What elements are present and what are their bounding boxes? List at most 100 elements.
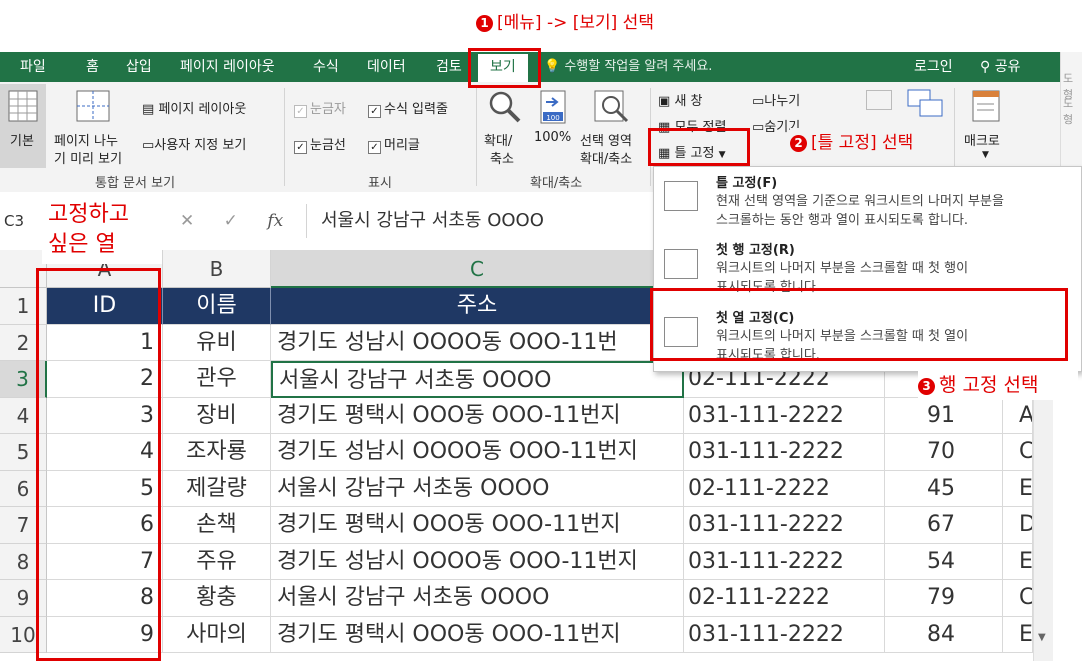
tab-home[interactable]: 홈 [86,52,99,82]
tab-page-layout[interactable]: 페이지 레이아웃 [180,52,275,82]
zoom-100-button[interactable]: 100 100% [530,84,576,168]
cell-phone[interactable]: 02-111-2222 [684,580,885,617]
normal-view-label: 기본 [10,134,34,149]
cell-name[interactable]: 황충 [163,580,271,617]
menu-item-freeze-top-row[interactable]: 첫 행 고정(R) 워크시트의 나머지 부분을 스크롤할 때 첫 행이 표시되도… [654,233,1081,295]
share-button[interactable]: ⚲ 공유 [980,52,1020,82]
group-label-zoom: 확대/축소 [530,176,583,191]
page-break-label-2: 기 미리 보기 [54,152,123,167]
column-header-c[interactable]: C [271,250,684,288]
tab-data[interactable]: 데이터 [367,52,406,82]
cell-phone[interactable]: 031-111-2222 [684,543,885,580]
cell-extra[interactable]: D [1003,507,1033,544]
cell-score[interactable]: 70 [885,434,1003,471]
right-strip-text-2: 도형 [1063,97,1074,126]
cell-phone[interactable]: 031-111-2222 [684,397,885,434]
badge-2: 2 [790,135,807,152]
cell-extra[interactable]: C [1003,434,1033,471]
tab-review[interactable]: 검토 [436,52,462,82]
cell-address[interactable]: 경기도 평택시 OOO동 OOO-11번지 [271,397,684,434]
formula-bar-checkbox[interactable]: ✓ 수식 입력줄 [368,98,448,118]
enter-icon[interactable]: ✓ [224,211,238,231]
zoom-to-selection-button[interactable]: 선택 영역 확대/축소 [578,84,648,168]
page-break-preview-button[interactable]: 페이지 나누 기 미리 보기 [52,84,136,168]
macros-label: 매크로 [964,134,1000,149]
cell-name[interactable]: 유비 [163,324,271,361]
column-header-b[interactable]: B [163,250,271,288]
switch-windows-button[interactable] [906,88,946,128]
cell-score[interactable]: 67 [885,507,1003,544]
login-link[interactable]: 로그인 [914,52,953,82]
cell-score[interactable]: 45 [885,470,1003,507]
new-window-button[interactable]: ▣ 새 창 [658,90,703,109]
name-box[interactable]: C3 [4,204,34,238]
cell-address[interactable]: 서울시 강남구 서초동 OOOO [271,361,684,398]
cell-phone[interactable]: 02-111-2222 [684,470,885,507]
cell-name[interactable]: 주유 [163,543,271,580]
badge-3: 3 [918,378,935,395]
headings-checkbox[interactable]: ✓ 머리글 [368,134,420,154]
formula-input[interactable]: 서울시 강남구 서초동 OOOO [306,204,661,238]
cell-extra[interactable]: E [1003,543,1033,580]
cell-address[interactable]: 경기도 평택시 OOO동 OOO-11번지 [271,616,684,653]
cell-extra[interactable]: E [1003,616,1033,653]
view-side-by-side-icon[interactable] [866,90,892,110]
custom-views-button[interactable]: ▭사용자 지정 보기 [142,134,246,153]
annotation-top: 1 [메뉴] -> [보기] 선택 [0,0,1082,52]
cell-address[interactable]: 경기도 평택시 OOO동 OOO-11번지 [271,507,684,544]
svg-text:100: 100 [546,114,559,122]
cell-score[interactable]: 84 [885,616,1003,653]
cell-address[interactable]: 서울시 강남구 서초동 OOOO [271,580,684,617]
annotation-step3: 3행 고정 선택 [918,370,1078,400]
cell-address[interactable]: 서울시 강남구 서초동 OOOO [271,470,684,507]
cell-extra[interactable]: A [1003,397,1033,434]
gridlines-checkbox[interactable]: ✓ 눈금선 [294,134,346,154]
zoom-button[interactable]: 확대/ 축소 [482,84,526,168]
tab-file[interactable]: 파일 [20,52,46,82]
menu-item-freeze-panes[interactable]: 틀 고정(F) 현재 선택 영역을 기준으로 워크시트의 나머지 부분을 스크롤… [654,167,1081,231]
cell-name[interactable]: 관우 [163,361,271,398]
normal-view-icon [8,90,38,122]
cell-score[interactable]: 54 [885,543,1003,580]
switch-windows-icon [907,89,943,117]
cell-score[interactable]: 79 [885,580,1003,617]
cell-name[interactable]: 조자룡 [163,434,271,471]
cell-name[interactable]: 사마의 [163,616,271,653]
checkbox-checked-icon: ✓ [294,105,307,118]
ruler-checkbox[interactable]: ✓ 눈금자 [294,98,346,118]
split-button[interactable]: ▭나누기 [752,90,800,109]
tab-formulas[interactable]: 수식 [313,52,339,82]
page-layout-view-button[interactable]: ▤ 페이지 레이아웃 [142,98,246,117]
checkbox-checked-icon: ✓ [294,141,307,154]
checkbox-checked-icon: ✓ [368,105,381,118]
cell-address[interactable]: 경기도 성남시 OOOO동 OOO-11번 [271,324,684,361]
macros-button[interactable]: 매크로 ▼ [960,84,1016,168]
group-separator [284,88,285,186]
header-cell-address[interactable]: 주소 [271,288,684,325]
cell-name[interactable]: 손책 [163,507,271,544]
macro-icon [972,90,1000,122]
cell-phone[interactable]: 031-111-2222 [684,434,885,471]
cell-name[interactable]: 제갈량 [163,470,271,507]
new-window-icon: ▣ [658,94,671,109]
cell-name[interactable]: 장비 [163,397,271,434]
scroll-down-icon[interactable]: ▼ [1038,632,1046,643]
cell-address[interactable]: 경기도 성남시 OOOO동 OOO-11번지 [271,543,684,580]
group-separator [476,88,477,186]
highlight-freeze-button [648,128,750,166]
cell-phone[interactable]: 031-111-2222 [684,616,885,653]
cell-score[interactable]: 91 [885,397,1003,434]
freeze-panes-title: 틀 고정(F) [716,176,778,191]
person-add-icon: ⚲ [980,59,991,75]
cancel-icon[interactable]: ✕ [180,211,194,231]
tell-me-box[interactable]: 💡 수행할 작업을 알려 주세요. [544,52,712,82]
cell-address[interactable]: 경기도 성남시 OOOO동 OOO-11번지 [271,434,684,471]
tab-insert[interactable]: 삽입 [126,52,152,82]
function-icon[interactable]: fx [267,211,283,231]
cell-phone[interactable]: 031-111-2222 [684,507,885,544]
normal-view-button[interactable]: 기본 [0,84,46,168]
header-cell-name[interactable]: 이름 [163,288,271,325]
cell-extra[interactable]: C [1003,580,1033,617]
cell-extra[interactable]: E [1003,470,1033,507]
page-break-icon [76,90,110,122]
